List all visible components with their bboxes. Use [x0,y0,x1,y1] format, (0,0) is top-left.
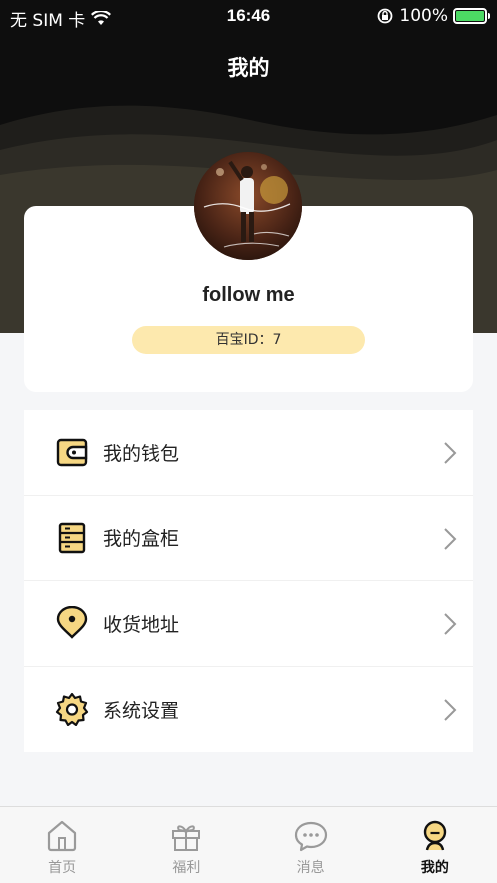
menu-item-label: 系统设置 [103,699,180,722]
user-id-badge: 百宝ID：7 [132,326,365,354]
menu-item-address[interactable]: 收货地址 [24,581,473,667]
menu-item-label: 我的盒柜 [103,528,180,551]
menu-item-label: 收货地址 [103,613,180,636]
tab-home[interactable]: 首页 [0,807,124,883]
menu-item-cabinet[interactable]: 我的盒柜 [24,496,473,581]
chevron-right-icon [444,442,457,464]
menu-item-wallet[interactable]: 我的钱包 [24,410,473,496]
menu-list: 我的钱包 我的盒柜 收货地址 系统设置 [24,410,473,752]
username: follow me [202,284,295,306]
message-icon [294,821,327,852]
location-icon [55,606,89,640]
battery-icon [453,8,490,24]
tab-messages[interactable]: 消息 [249,807,373,883]
orientation-lock-icon [377,8,393,24]
settings-icon [55,692,89,727]
tab-label: 消息 [296,860,325,876]
tab-welfare[interactable]: 福利 [124,807,248,883]
home-icon [48,820,77,852]
cabinet-icon [55,521,89,555]
status-right-group: 100% [376,6,490,26]
menu-item-label: 我的钱包 [103,442,180,465]
tab-label: 福利 [172,860,201,876]
chevron-right-icon [444,698,457,721]
status-bar: 无 SIM 卡 16:46 100% [0,0,497,34]
avatar-photo-icon [194,152,302,260]
page-title: 我的 [227,56,270,80]
tab-profile[interactable]: 我的 [373,807,497,883]
profile-icon [423,820,447,851]
chevron-right-icon [444,527,457,550]
tab-label: 首页 [48,860,77,876]
battery-percent: 100% [399,6,448,26]
avatar[interactable] [194,152,302,260]
tab-bar: 首页 福利 消息 我的 [0,806,497,883]
wallet-icon [55,435,89,469]
chevron-right-icon [444,613,457,635]
gift-icon [172,825,201,851]
menu-item-settings[interactable]: 系统设置 [24,667,473,753]
battery-level-fill [456,11,484,21]
tab-label: 我的 [420,860,449,876]
